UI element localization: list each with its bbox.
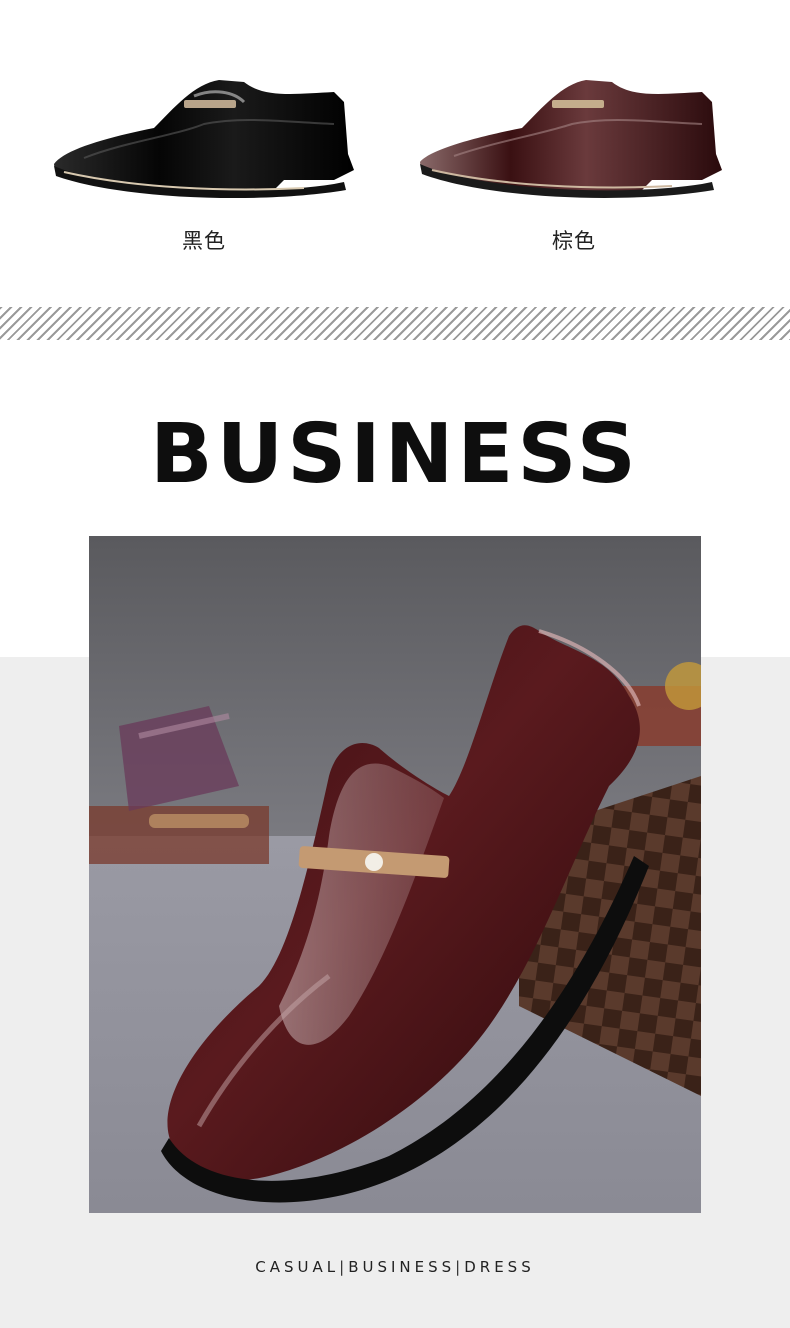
tagline-item-casual: CASUAL xyxy=(255,1258,340,1276)
section-title: BUSINESS xyxy=(150,407,640,502)
black-shoe-image xyxy=(54,80,354,199)
tagline-separator: | xyxy=(455,1258,461,1276)
variant-black[interactable]: 黑色 xyxy=(44,62,364,262)
striped-divider xyxy=(0,307,790,340)
color-variants: 黑色 棕色 xyxy=(0,0,790,300)
tagline: CASUAL| BUSINESS| DRESS xyxy=(0,1258,790,1276)
hero-shoe-image xyxy=(89,536,701,1213)
hero-product-photo xyxy=(89,536,701,1213)
variant-label-black: 黑色 xyxy=(182,229,226,253)
tagline-item-dress: DRESS xyxy=(464,1258,535,1276)
variant-brown[interactable]: 棕色 xyxy=(414,62,734,262)
tagline-item-business: BUSINESS xyxy=(348,1258,456,1276)
tagline-separator: | xyxy=(339,1258,345,1276)
brown-shoe-image xyxy=(420,80,722,198)
variant-label-brown: 棕色 xyxy=(552,229,596,253)
